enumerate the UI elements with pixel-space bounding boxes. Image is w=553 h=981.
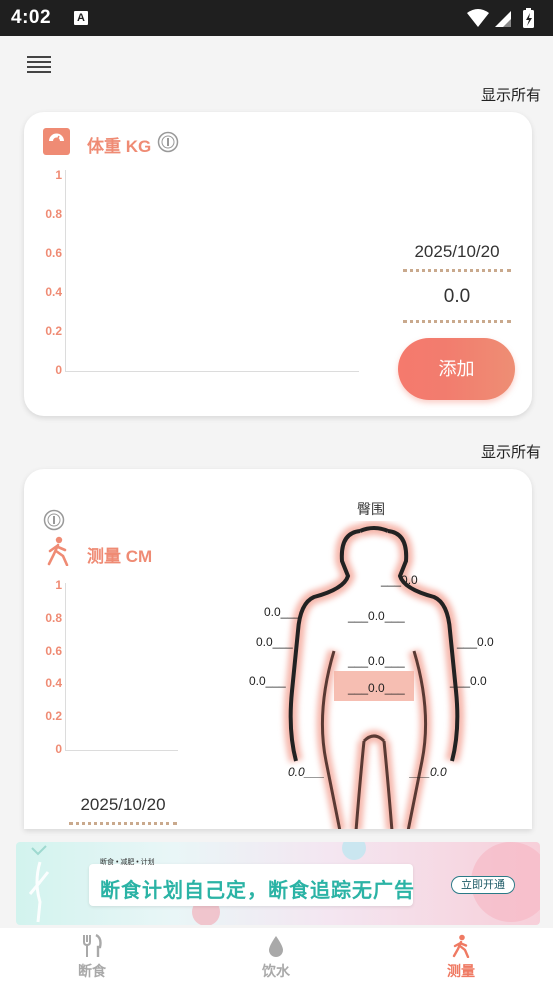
tab-fasting-label: 断食 (78, 963, 106, 979)
right-forearm-label[interactable]: ___0.0 (450, 674, 487, 688)
weight-y-tick: 1 (55, 168, 62, 182)
tab-fasting[interactable]: 断食 (0, 928, 184, 981)
ad-cta-button[interactable]: 立即开通 (451, 876, 515, 894)
status-bar: 4:02 A (0, 0, 553, 36)
measure-y-axis (65, 583, 66, 751)
right-thigh-label[interactable]: ___0.0 (410, 765, 447, 779)
system-icons (465, 7, 545, 34)
weight-x-axis (65, 371, 359, 372)
waist-label[interactable]: ___0.0___ (348, 681, 405, 695)
fork-knife-icon (83, 934, 102, 957)
ad-banner[interactable]: 断食 • 减肥 • 计划 断食计划自己定，断食追踪无广告 立即开通 (16, 842, 540, 925)
info-icon[interactable] (43, 509, 65, 531)
left-arm-label[interactable]: 0.0___ (256, 635, 293, 649)
left-thigh-label[interactable]: 0.0___ (288, 765, 325, 779)
left-forearm-label[interactable]: 0.0___ (249, 674, 286, 688)
waist-upper-label[interactable]: ___0.0___ (348, 654, 405, 668)
measure-title: 测量 CM (87, 547, 153, 566)
measure-card: 测量 CM 2025/10/20 臀围 ___0.0 ___0.0___ 0.0… (24, 469, 532, 829)
weight-card: 体重 KG 2025/10/20 0.0 添加 1 0.8 0.6 0.4 0.2 0 (24, 112, 532, 416)
scale-icon (43, 128, 70, 155)
weight-y-tick: 0.8 (45, 207, 62, 221)
weight-y-axis (65, 170, 66, 372)
ad-subtitle: 断食 • 减肥 • 计划 (100, 859, 155, 866)
measure-x-axis (65, 750, 178, 751)
measure-y-tick: 0.4 (45, 676, 62, 691)
notification-icon: A (74, 11, 88, 25)
status-time: 4:02 (11, 7, 52, 28)
measure-date[interactable]: 2025/10/20 (69, 795, 177, 815)
bottom-tab-bar: 断食 饮水 测量 (0, 928, 553, 981)
neck-label[interactable]: ___0.0 (381, 573, 418, 587)
measure-date-underline (69, 822, 177, 825)
weight-date-underline (403, 269, 511, 272)
measure-y-tick: 0.8 (45, 610, 62, 625)
weight-y-tick: 0 (55, 363, 62, 377)
info-icon[interactable] (157, 131, 179, 153)
measure-show-all-link[interactable]: 显示所有 (481, 441, 541, 462)
right-arm-label[interactable]: ___0.0 (457, 635, 494, 649)
measure-y-tick: 0.2 (45, 709, 62, 724)
water-drop-icon (269, 936, 283, 957)
weight-y-tick: 0.6 (45, 246, 62, 260)
ad-text: 断食计划自己定，断食追踪无广告 (100, 880, 415, 902)
tab-measure-label: 测量 (447, 963, 475, 979)
measure-y-tick: 1 (55, 578, 62, 592)
weight-value-input[interactable]: 0.0 (403, 286, 511, 308)
weight-y-tick: 0.4 (45, 285, 62, 299)
measure-y-tick: 0.6 (45, 643, 62, 658)
tab-water[interactable]: 饮水 (184, 928, 368, 981)
weight-y-tick: 0.2 (45, 324, 62, 338)
walking-person-icon (47, 536, 69, 566)
wifi-icon (467, 9, 489, 27)
walking-person-icon (452, 934, 470, 958)
tab-measure[interactable]: 测量 (369, 928, 553, 981)
chest-label[interactable]: ___0.0___ (348, 609, 405, 623)
left-shoulder-label[interactable]: 0.0___ (264, 605, 301, 619)
weight-title: 体重 KG (87, 137, 152, 156)
app-bar (0, 36, 553, 94)
hamburger-menu-icon[interactable] (27, 56, 51, 74)
weight-show-all-link[interactable]: 显示所有 (481, 84, 541, 105)
weight-date[interactable]: 2025/10/20 (403, 242, 511, 262)
measure-y-tick: 0 (55, 742, 62, 756)
weight-value-underline (403, 320, 511, 323)
body-title: 臀围 (357, 501, 385, 517)
add-button[interactable]: 添加 (398, 338, 515, 400)
tab-water-label: 饮水 (262, 963, 290, 979)
